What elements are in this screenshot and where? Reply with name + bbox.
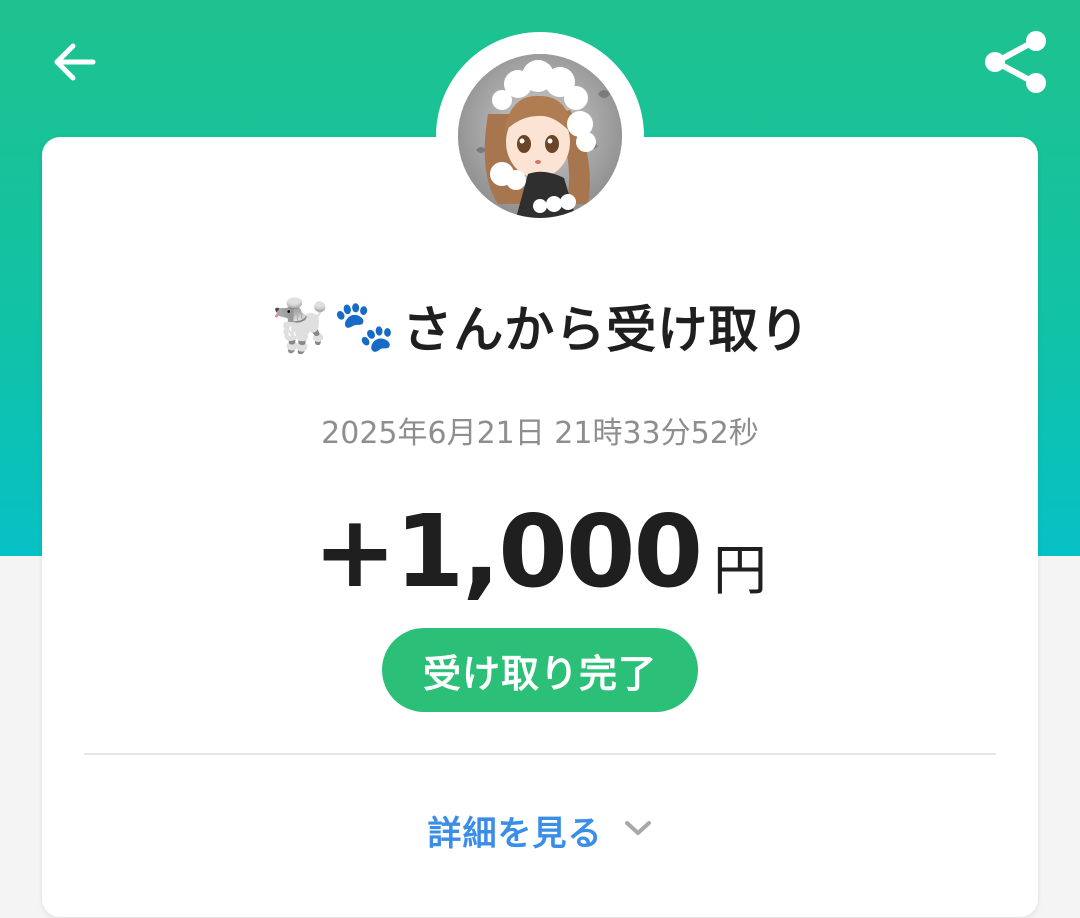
share-button[interactable] — [978, 26, 1054, 102]
status-badge: 受け取り完了 — [382, 628, 698, 712]
page-title: さんから受け取り — [402, 301, 811, 359]
divider — [84, 753, 996, 755]
back-button[interactable] — [42, 32, 106, 96]
currency-unit: 円 — [713, 539, 768, 602]
show-details-label: 詳細を見る — [427, 813, 603, 854]
chevron-down-icon — [623, 818, 653, 842]
amount-row: +1,000 円 — [0, 492, 1080, 602]
title-row: 🐩🐾 さんから受け取り — [0, 290, 1080, 362]
arrow-left-icon — [51, 42, 97, 86]
sender-name-emoji: 🐩🐾 — [269, 296, 397, 355]
transaction-amount: +1,000 — [312, 493, 703, 610]
show-details-button[interactable]: 詳細を見る — [0, 798, 1080, 862]
avatar[interactable] — [458, 54, 622, 218]
transaction-timestamp: 2025年6月21日 21時33分52秒 — [321, 416, 759, 451]
share-icon — [983, 29, 1049, 99]
transaction-detail-screen: 🐩🐾 さんから受け取り 2025年6月21日 21時33分52秒 +1,000 … — [0, 0, 1080, 918]
